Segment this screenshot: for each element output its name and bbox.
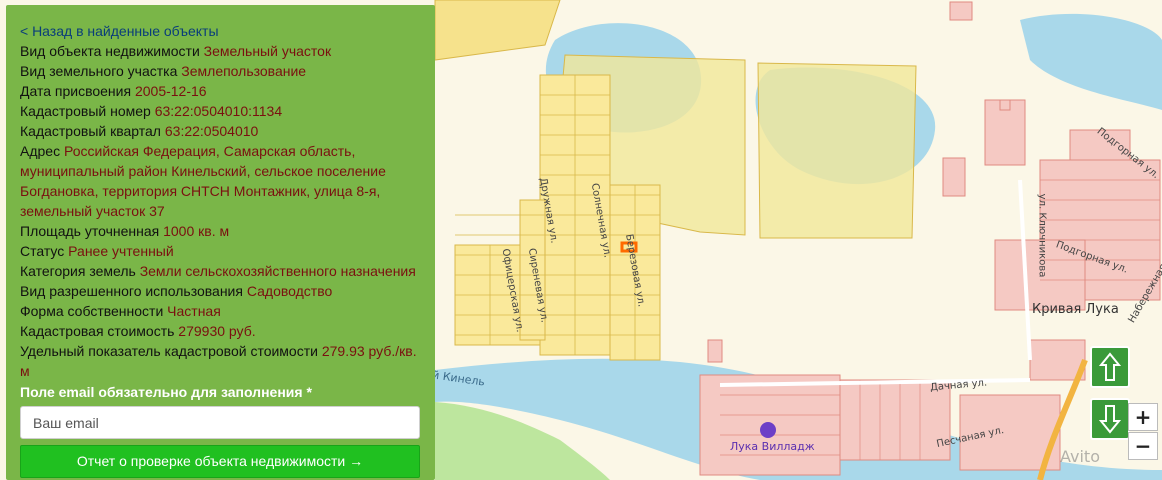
property-field-row: Вид земельного участка Землепользование bbox=[20, 61, 421, 81]
property-field-row: Кадастровая стоимость 279930 руб. bbox=[20, 321, 421, 341]
poi-marker bbox=[760, 422, 776, 438]
email-required-label: Поле email обязательно для заполнения * bbox=[20, 384, 312, 400]
field-value: 2005-12-16 bbox=[134, 83, 207, 99]
property-field-row: Удельный показатель кадастровой стоимост… bbox=[20, 341, 421, 381]
field-label: Вид разрешенного использования bbox=[20, 283, 243, 299]
field-value: Землепользование bbox=[181, 63, 307, 79]
property-field-row: Вид объекта недвижимости Земельный участ… bbox=[20, 41, 421, 61]
field-value: Ранее учтенный bbox=[68, 243, 174, 259]
field-label: Площадь уточненная bbox=[20, 223, 160, 239]
arrow-down-icon bbox=[1099, 405, 1121, 434]
field-value: Земельный участок bbox=[203, 43, 332, 59]
field-label: Форма собственности bbox=[20, 303, 164, 319]
property-field-row: Адрес Российская Федерация, Самарская об… bbox=[20, 141, 421, 221]
field-label: Вид земельного участка bbox=[20, 63, 178, 79]
watermark-logo: Avito bbox=[1060, 447, 1100, 466]
field-label: Вид объекта недвижимости bbox=[20, 43, 200, 59]
property-field-row: Форма собственности Частная bbox=[20, 301, 421, 321]
field-value: Садоводство bbox=[246, 283, 333, 299]
property-field-row: Площадь уточненная 1000 кв. м bbox=[20, 221, 421, 241]
field-label: Дата присвоения bbox=[20, 83, 132, 99]
field-value: Частная bbox=[167, 303, 221, 319]
property-field-row: Категория земель Земли сельскохозяйствен… bbox=[20, 261, 421, 281]
field-label: Статус bbox=[20, 243, 65, 259]
pan-up-button[interactable] bbox=[1090, 346, 1130, 388]
property-info-panel: < Назад в найденные объекты Вид объекта … bbox=[6, 5, 435, 480]
field-parcel bbox=[757, 62, 917, 239]
field-label: Кадастровый номер bbox=[20, 103, 151, 119]
property-field-row: Кадастровый номер 63:22:0504010:1134 bbox=[20, 101, 421, 121]
field-label: Кадастровый квартал bbox=[20, 123, 161, 139]
field-label: Адрес bbox=[20, 143, 61, 159]
field-value: 63:22:0504010 bbox=[164, 123, 259, 139]
map-label-street: ул. Ключникова bbox=[1036, 193, 1048, 278]
field-value: 1000 кв. м bbox=[163, 223, 230, 239]
field-value: Российская Федерация, Самарская область,… bbox=[20, 143, 386, 219]
field-value: Земли сельскохозяйственного назначения bbox=[139, 263, 416, 279]
property-field-row: Дата присвоения 2005-12-16 bbox=[20, 81, 421, 101]
property-report-button[interactable]: Отчет о проверке объекта недвижимости → bbox=[20, 445, 420, 478]
property-field-row: Статус Ранее учтенный bbox=[20, 241, 421, 261]
arrow-up-icon bbox=[1099, 352, 1121, 381]
zoom-out-button[interactable]: − bbox=[1128, 432, 1158, 460]
map-label-town: Кривая Лука bbox=[1032, 302, 1119, 317]
field-value: 279930 руб. bbox=[178, 323, 256, 339]
field-label: Категория земель bbox=[20, 263, 136, 279]
field-label: Удельный показатель кадастровой стоимост… bbox=[20, 343, 318, 359]
pan-down-button[interactable] bbox=[1090, 398, 1130, 440]
zoom-in-button[interactable]: + bbox=[1128, 403, 1158, 431]
email-input[interactable] bbox=[20, 406, 420, 439]
back-to-results-link[interactable]: < Назад в найденные объекты bbox=[20, 21, 421, 41]
map-label-poi: Лука Вилладж bbox=[730, 440, 815, 453]
property-field-row: Кадастровый квартал 63:22:0504010 bbox=[20, 121, 421, 141]
property-fields: Вид объекта недвижимости Земельный участ… bbox=[20, 41, 421, 381]
property-field-row: Вид разрешенного использования Садоводст… bbox=[20, 281, 421, 301]
field-label: Кадастровая стоимость bbox=[20, 323, 175, 339]
field-value: 63:22:0504010:1134 bbox=[154, 103, 283, 119]
